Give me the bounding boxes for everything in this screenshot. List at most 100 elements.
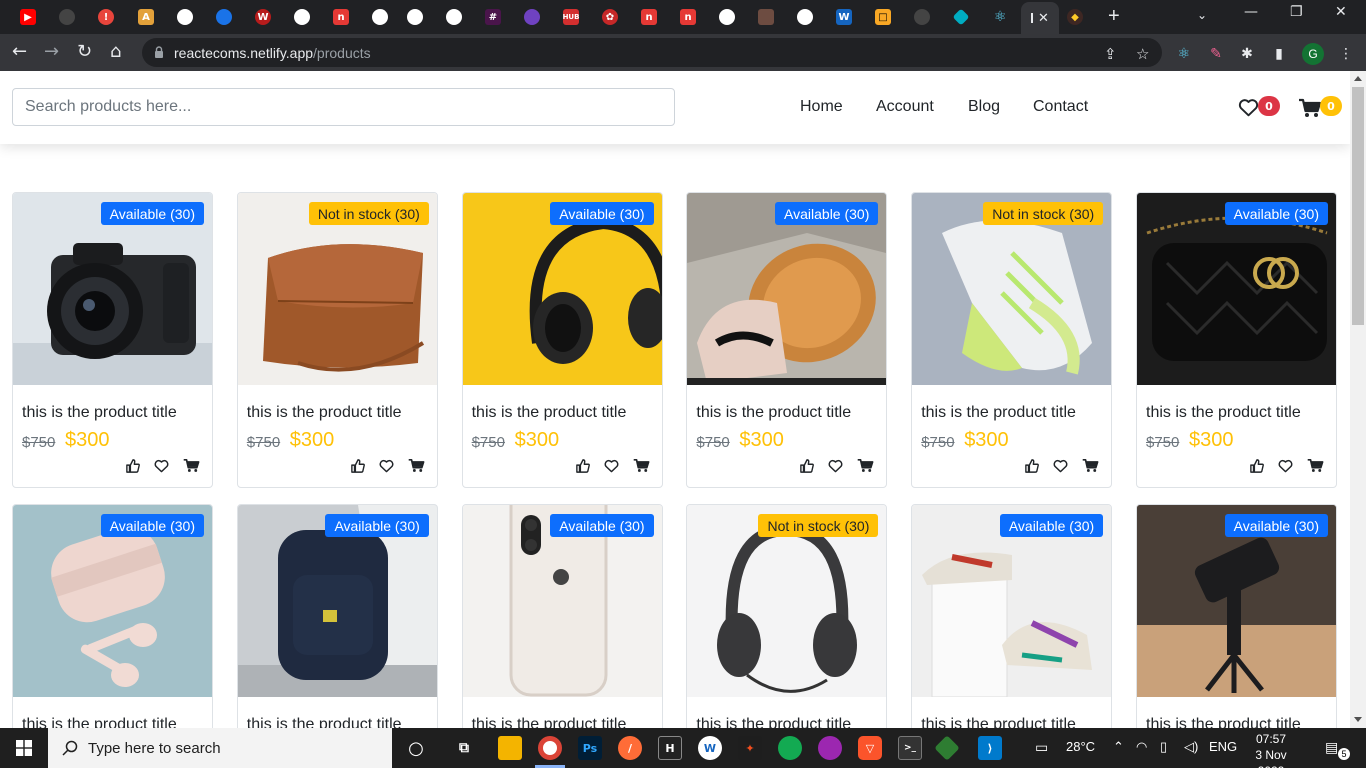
postman-icon[interactable]: /: [618, 736, 642, 760]
cart-icon[interactable]: [1298, 98, 1322, 118]
windows-start-button[interactable]: [0, 728, 48, 768]
tab-chrome-a[interactable]: [170, 5, 200, 29]
like-icon[interactable]: [575, 458, 590, 473]
volume-icon[interactable]: ◁): [1184, 739, 1198, 755]
product-card[interactable]: Available (30) this is the product title…: [461, 192, 663, 488]
tab-chrome-e[interactable]: [439, 5, 469, 29]
product-card[interactable]: Available (30) this is the product title…: [1136, 192, 1337, 488]
tab-chrome-g[interactable]: [790, 5, 820, 29]
tab-search-chevron-icon[interactable]: ⌄: [1197, 8, 1207, 22]
product-title[interactable]: this is the product title: [472, 716, 627, 728]
taskbar-search-box[interactable]: Type here to search: [48, 728, 392, 768]
tab-site-h[interactable]: n: [673, 5, 703, 29]
forward-arrow-icon[interactable]: →: [44, 42, 59, 62]
nav-account-link[interactable]: Account: [876, 98, 934, 116]
reload-icon[interactable]: ↻: [77, 42, 92, 62]
close-tab-icon[interactable]: ✕: [1038, 10, 1049, 26]
add-to-cart-icon[interactable]: [1082, 458, 1099, 473]
tab-hub[interactable]: HUB: [556, 5, 586, 29]
address-bar[interactable]: reactecoms.netlify.app/products ⇪ ☆: [142, 38, 1162, 67]
tab-chrome-b[interactable]: [287, 5, 317, 29]
close-window-icon[interactable]: ✕: [1335, 4, 1347, 20]
product-card[interactable]: Available (30) this is the product title…: [12, 192, 213, 488]
profile-avatar[interactable]: G: [1302, 43, 1324, 65]
product-card[interactable]: Not in stock (30) this is the product ti…: [236, 192, 438, 488]
search-input[interactable]: [12, 88, 675, 126]
tray-chevron-icon[interactable]: ⌃: [1113, 739, 1124, 755]
terminal-icon[interactable]: >_: [898, 736, 922, 760]
wishlist-heart-icon[interactable]: [379, 459, 394, 473]
figma-icon[interactable]: ✦: [738, 736, 762, 760]
color-picker-icon[interactable]: ✎: [1207, 44, 1225, 62]
product-title[interactable]: this is the product title: [1146, 404, 1301, 422]
nav-contact-link[interactable]: Contact: [1033, 98, 1088, 116]
product-title[interactable]: this is the product title: [247, 716, 402, 728]
product-card[interactable]: Available (30) this is the product title…: [1136, 504, 1337, 728]
tab-slack[interactable]: #: [478, 5, 508, 29]
cortana-circle-icon[interactable]: ○: [404, 736, 428, 760]
weather-icon[interactable]: ▭: [1035, 739, 1048, 756]
add-to-cart-icon[interactable]: [1307, 458, 1324, 473]
extensions-puzzle-icon[interactable]: ✱: [1238, 44, 1256, 62]
photoshop-icon[interactable]: Ps: [578, 736, 602, 760]
app-h-icon[interactable]: H: [658, 736, 682, 760]
like-icon[interactable]: [350, 458, 365, 473]
file-explorer-icon[interactable]: [498, 736, 522, 760]
product-card[interactable]: Available (30) this is the product title…: [686, 192, 888, 488]
tab-site-k[interactable]: □: [868, 5, 898, 29]
like-icon[interactable]: [1025, 458, 1040, 473]
tab-youtube[interactable]: ▶: [13, 5, 43, 29]
wishlist-heart-icon[interactable]: [828, 459, 843, 473]
like-icon[interactable]: [1250, 458, 1264, 473]
product-card[interactable]: Not in stock (30) this is the product ti…: [911, 192, 1113, 488]
tab-chrome-c[interactable]: [365, 5, 395, 29]
scroll-up-arrow-icon[interactable]: [1354, 76, 1362, 81]
like-icon[interactable]: [800, 458, 815, 473]
wishlist-heart-icon[interactable]: [1053, 459, 1068, 473]
add-to-cart-icon[interactable]: [633, 458, 650, 473]
tab-github-b[interactable]: [907, 5, 937, 29]
product-title[interactable]: this is the product title: [921, 404, 1076, 422]
app-diamond-icon[interactable]: [934, 735, 960, 761]
tab-chrome-d[interactable]: [400, 5, 430, 29]
scrollbar-thumb[interactable]: [1352, 87, 1364, 325]
side-panel-icon[interactable]: ▮: [1270, 44, 1288, 62]
wishlist-heart-icon[interactable]: [154, 459, 169, 473]
wishlist-heart-icon[interactable]: [1278, 459, 1293, 473]
nav-home-link[interactable]: Home: [800, 98, 843, 116]
add-to-cart-icon[interactable]: [408, 458, 425, 473]
wishlist-heart-icon[interactable]: [604, 459, 619, 473]
product-card[interactable]: Available (30) this is the product title…: [12, 504, 213, 728]
nav-blog-link[interactable]: Blog: [968, 98, 1000, 116]
task-view-icon[interactable]: ⧉: [452, 736, 476, 760]
tab-site-d[interactable]: n: [326, 5, 356, 29]
react-devtools-icon[interactable]: ⚛: [1175, 44, 1193, 62]
bookmark-star-icon[interactable]: ☆: [1136, 45, 1149, 63]
url-text[interactable]: reactecoms.netlify.app/products: [174, 45, 371, 61]
tab-site-b[interactable]: [209, 5, 239, 29]
chrome-taskbar-icon[interactable]: [538, 736, 562, 760]
mongodb-icon[interactable]: [778, 736, 802, 760]
new-tab-plus-icon[interactable]: +: [1108, 6, 1120, 26]
page-scrollbar[interactable]: [1350, 71, 1366, 728]
home-icon[interactable]: ⌂: [110, 42, 121, 62]
tab-site-i[interactable]: [751, 5, 781, 29]
add-to-cart-icon[interactable]: [857, 458, 874, 473]
app-w-icon[interactable]: W: [698, 736, 722, 760]
product-title[interactable]: this is the product title: [22, 404, 177, 422]
product-card[interactable]: Available (30) this is the product title…: [461, 504, 663, 728]
product-card[interactable]: Available (30) this is the product title…: [911, 504, 1113, 728]
app-gradient-icon[interactable]: [818, 736, 842, 760]
tab-site-j[interactable]: W: [829, 5, 859, 29]
battery-icon[interactable]: ▯: [1160, 739, 1167, 755]
tab-site-g[interactable]: n: [634, 5, 664, 29]
product-title[interactable]: this is the product title: [1146, 716, 1301, 728]
product-title[interactable]: this is the product title: [247, 404, 402, 422]
tab-react[interactable]: ⚛: [985, 5, 1015, 29]
menu-dots-icon[interactable]: ⋮: [1337, 44, 1355, 62]
like-icon[interactable]: [126, 458, 140, 473]
tab-site-m[interactable]: ◆: [1060, 5, 1090, 29]
product-title[interactable]: this is the product title: [921, 716, 1076, 728]
tab-alert[interactable]: !: [91, 5, 121, 29]
tab-site-l[interactable]: [946, 5, 976, 29]
